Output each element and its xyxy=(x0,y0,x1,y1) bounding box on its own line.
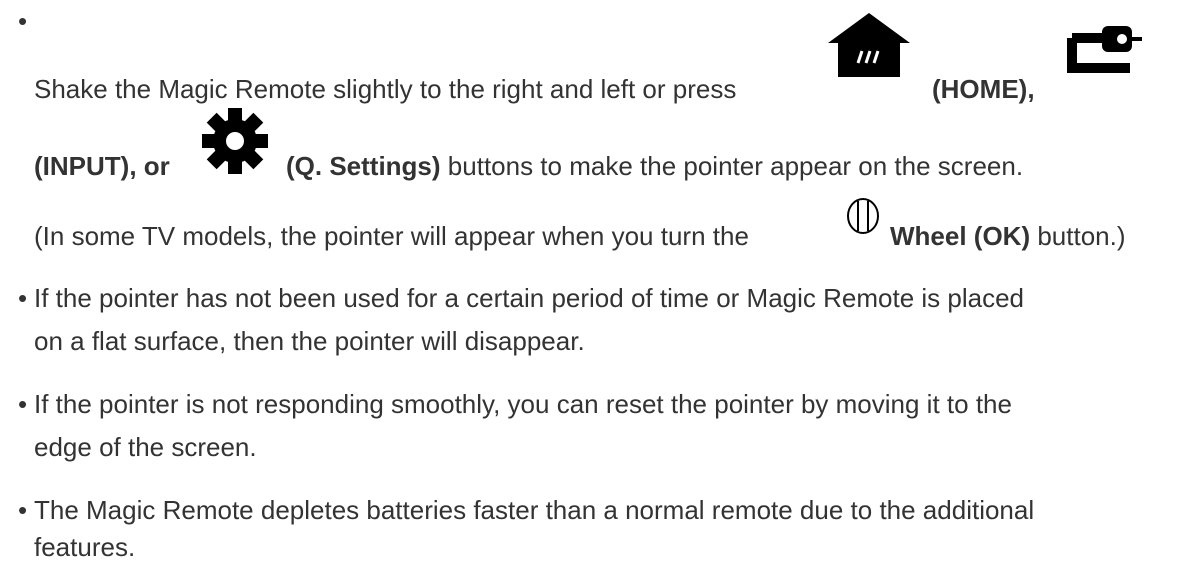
list-item-line: features. xyxy=(34,532,136,562)
instruction-text-continued: buttons to make the pointer appear on th… xyxy=(447,151,1024,181)
home-label: (HOME), xyxy=(932,74,1035,105)
list-item-line: edge of the screen. xyxy=(34,432,257,462)
bullet: • xyxy=(18,495,28,525)
bullet: • xyxy=(18,389,28,419)
home-icon xyxy=(828,13,910,77)
bullet: • xyxy=(18,283,28,313)
input-label: (INPUT), or xyxy=(34,151,170,182)
instruction-text: Shake the Magic Remote slightly to the r… xyxy=(34,74,737,104)
input-label-text: (INPUT), or xyxy=(34,151,170,181)
note-text: (In some TV models, the pointer will app… xyxy=(34,221,749,251)
qsettings-line: (Q. Settings) buttons to make the pointe… xyxy=(286,151,1023,182)
list-item-line: on a flat surface, then the pointer will… xyxy=(34,326,585,356)
home-label-text: (HOME), xyxy=(932,74,1035,104)
list-item-line: If the pointer has not been used for a c… xyxy=(34,283,1024,313)
input-icon xyxy=(1067,26,1142,73)
wheel-line: Wheel (OK) button.) xyxy=(890,221,1126,252)
bullet: • xyxy=(18,6,28,36)
note-text-end: button.) xyxy=(1037,221,1126,251)
settings-gear-icon xyxy=(202,108,268,174)
list-item-line: If the pointer is not responding smoothl… xyxy=(34,389,1012,419)
wheel-label-text: Wheel (OK) xyxy=(890,221,1031,251)
qsettings-label-text: (Q. Settings) xyxy=(286,151,441,181)
list-item-line: The Magic Remote depletes batteries fast… xyxy=(34,495,1035,525)
wheel-icon xyxy=(847,198,879,234)
